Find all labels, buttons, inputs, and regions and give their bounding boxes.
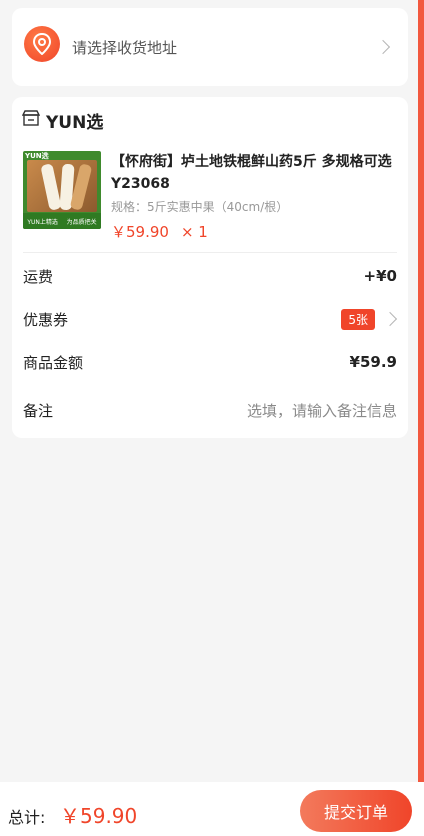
edge-accent-bar	[418, 0, 424, 836]
address-selector[interactable]: 请选择收货地址	[12, 8, 408, 86]
shipping-row: 运费 +¥0	[23, 264, 397, 288]
shop-header: YUN选	[21, 108, 104, 133]
yam-stick	[40, 163, 62, 211]
divider	[23, 252, 397, 253]
coupon-selector[interactable]: 5张	[341, 308, 398, 330]
chevron-right-icon	[375, 39, 391, 55]
shipping-value: +¥0	[363, 267, 397, 285]
product-price: ￥59.90	[111, 223, 169, 241]
total-amount: ￥59.90	[60, 804, 138, 828]
remark-label: 备注	[23, 401, 54, 420]
remark-row: 备注 选填，请输入备注信息	[23, 398, 397, 422]
product-image-caption-right: 为品质把关	[66, 218, 97, 226]
amount-value: ¥59.9	[349, 353, 397, 371]
shop-name: YUN选	[46, 112, 104, 133]
coupon-row[interactable]: 优惠券 5张	[23, 307, 398, 331]
location-pin-icon	[24, 26, 60, 62]
checkout-bar: 总计: ￥59.90 提交订单	[0, 782, 424, 836]
chevron-right-icon	[382, 311, 398, 327]
shop-icon	[21, 110, 41, 130]
address-placeholder: 请选择收货地址	[72, 39, 178, 57]
product-title[interactable]: 【怀府街】垆土地铁棍鲜山药5斤 多规格可选Y23068	[111, 151, 401, 195]
order-confirm-page: 请选择收货地址 YUN选 YUN选 YUN上精选 为品质把关 【怀府街】垆土地铁…	[0, 0, 424, 836]
amount-label: 商品金额	[23, 353, 84, 372]
remark-input[interactable]: 选填，请输入备注信息	[247, 400, 397, 421]
price-row: ￥59.90 × 1	[111, 221, 208, 242]
product-spec: 规格：5斤实惠中果（40cm/根）	[111, 200, 289, 214]
coupon-count-badge: 5张	[341, 308, 375, 330]
amount-row: 商品金额 ¥59.9	[23, 350, 397, 374]
submit-order-button[interactable]: 提交订单	[300, 790, 412, 832]
product-quantity: × 1	[180, 222, 208, 241]
product-image-footer: YUN上精选 为品质把关	[23, 213, 101, 229]
total-label: 总计:	[8, 808, 46, 827]
shipping-label: 运费	[23, 267, 54, 286]
coupon-label: 优惠券	[23, 310, 69, 329]
product-photo	[27, 160, 97, 212]
product-image-caption-left: YUN上精选	[27, 218, 58, 226]
order-card: YUN选 YUN选 YUN上精选 为品质把关 【怀府街】垆土地铁棍鲜山药5斤 多…	[12, 97, 408, 438]
product-image[interactable]: YUN选 YUN上精选 为品质把关	[23, 151, 101, 229]
